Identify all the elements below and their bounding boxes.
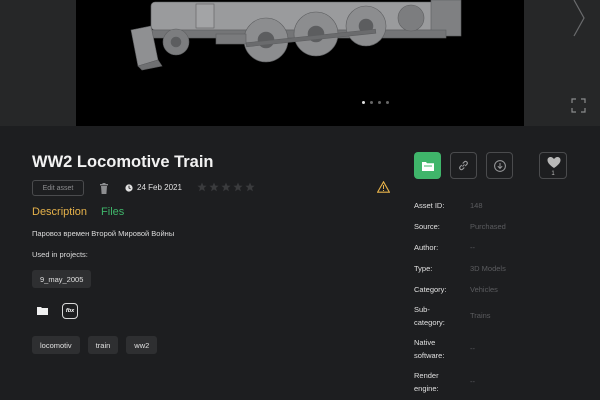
detail-value: --: [470, 377, 475, 386]
star-icon[interactable]: [245, 182, 255, 192]
star-icon[interactable]: [221, 182, 231, 192]
tab-description[interactable]: Description: [32, 206, 87, 218]
detail-value: Trains: [470, 311, 491, 320]
chevron-right-icon[interactable]: [570, 0, 590, 40]
star-icon[interactable]: [209, 182, 219, 192]
link-icon: [459, 160, 468, 171]
tag-chip[interactable]: ww2: [126, 336, 158, 354]
asset-title: WW2 Locomotive Train: [32, 153, 214, 171]
trash-icon[interactable]: [99, 183, 109, 194]
rating-stars[interactable]: [197, 182, 255, 192]
detail-label: Render: [414, 371, 439, 380]
detail-label: software:: [414, 351, 445, 360]
tab-files[interactable]: Files: [101, 206, 124, 218]
detail-label: Category:: [414, 285, 447, 294]
detail-value: 3D Models: [470, 264, 506, 273]
heart-icon: [547, 157, 561, 168]
fullscreen-icon[interactable]: [571, 98, 586, 113]
carousel-dots: [362, 101, 389, 104]
project-chip[interactable]: 9_may_2005: [32, 270, 92, 288]
carousel-dot[interactable]: [362, 101, 365, 104]
detail-value: Vehicles: [470, 285, 498, 294]
warning-icon[interactable]: [377, 181, 390, 193]
detail-value: 148: [470, 201, 483, 210]
detail-label: category:: [414, 318, 445, 327]
detail-value: --: [470, 344, 475, 353]
carousel-dot[interactable]: [378, 101, 381, 104]
asset-description: Паровоз времен Второй Мировой Войны: [32, 229, 175, 238]
upload-date: 24 Feb 2021: [125, 183, 182, 192]
tag-chip[interactable]: locomotiv: [32, 336, 80, 354]
date-text: 24 Feb 2021: [137, 183, 182, 192]
carousel-dot[interactable]: [370, 101, 373, 104]
detail-label: Type:: [414, 264, 433, 273]
download-icon: [493, 159, 506, 172]
like-count: 1: [551, 171, 555, 177]
folder-open-icon: [421, 161, 434, 171]
detail-value: --: [470, 243, 475, 252]
fbx-label: fbx: [65, 308, 75, 314]
detail-value: Purchased: [470, 222, 506, 231]
folder-icon[interactable]: [37, 306, 48, 315]
asset-tabs: Description Files: [32, 206, 124, 218]
fbx-format-icon[interactable]: fbx: [62, 303, 78, 319]
tag-list: locomotiv train ww2: [32, 336, 158, 354]
carousel-dot[interactable]: [386, 101, 389, 104]
edit-asset-button[interactable]: Edit asset: [32, 180, 84, 196]
used-in-projects-label: Used in projects:: [32, 250, 88, 259]
detail-label: engine:: [414, 384, 439, 393]
locomotive-render: [130, 0, 462, 71]
star-icon[interactable]: [233, 182, 243, 192]
star-icon[interactable]: [197, 182, 207, 192]
clock-icon: [125, 183, 133, 192]
detail-label: Native: [414, 338, 436, 347]
download-button[interactable]: [486, 152, 513, 179]
detail-label: Asset ID:: [414, 201, 445, 210]
preview-image[interactable]: [76, 0, 524, 126]
detail-label: Sub-: [414, 305, 430, 314]
detail-label: Author:: [414, 243, 439, 252]
copy-link-button[interactable]: [450, 152, 477, 179]
add-to-project-button[interactable]: [414, 152, 441, 179]
detail-label: Source:: [414, 222, 440, 231]
asset-preview: [0, 0, 600, 126]
tag-chip[interactable]: train: [87, 336, 119, 354]
